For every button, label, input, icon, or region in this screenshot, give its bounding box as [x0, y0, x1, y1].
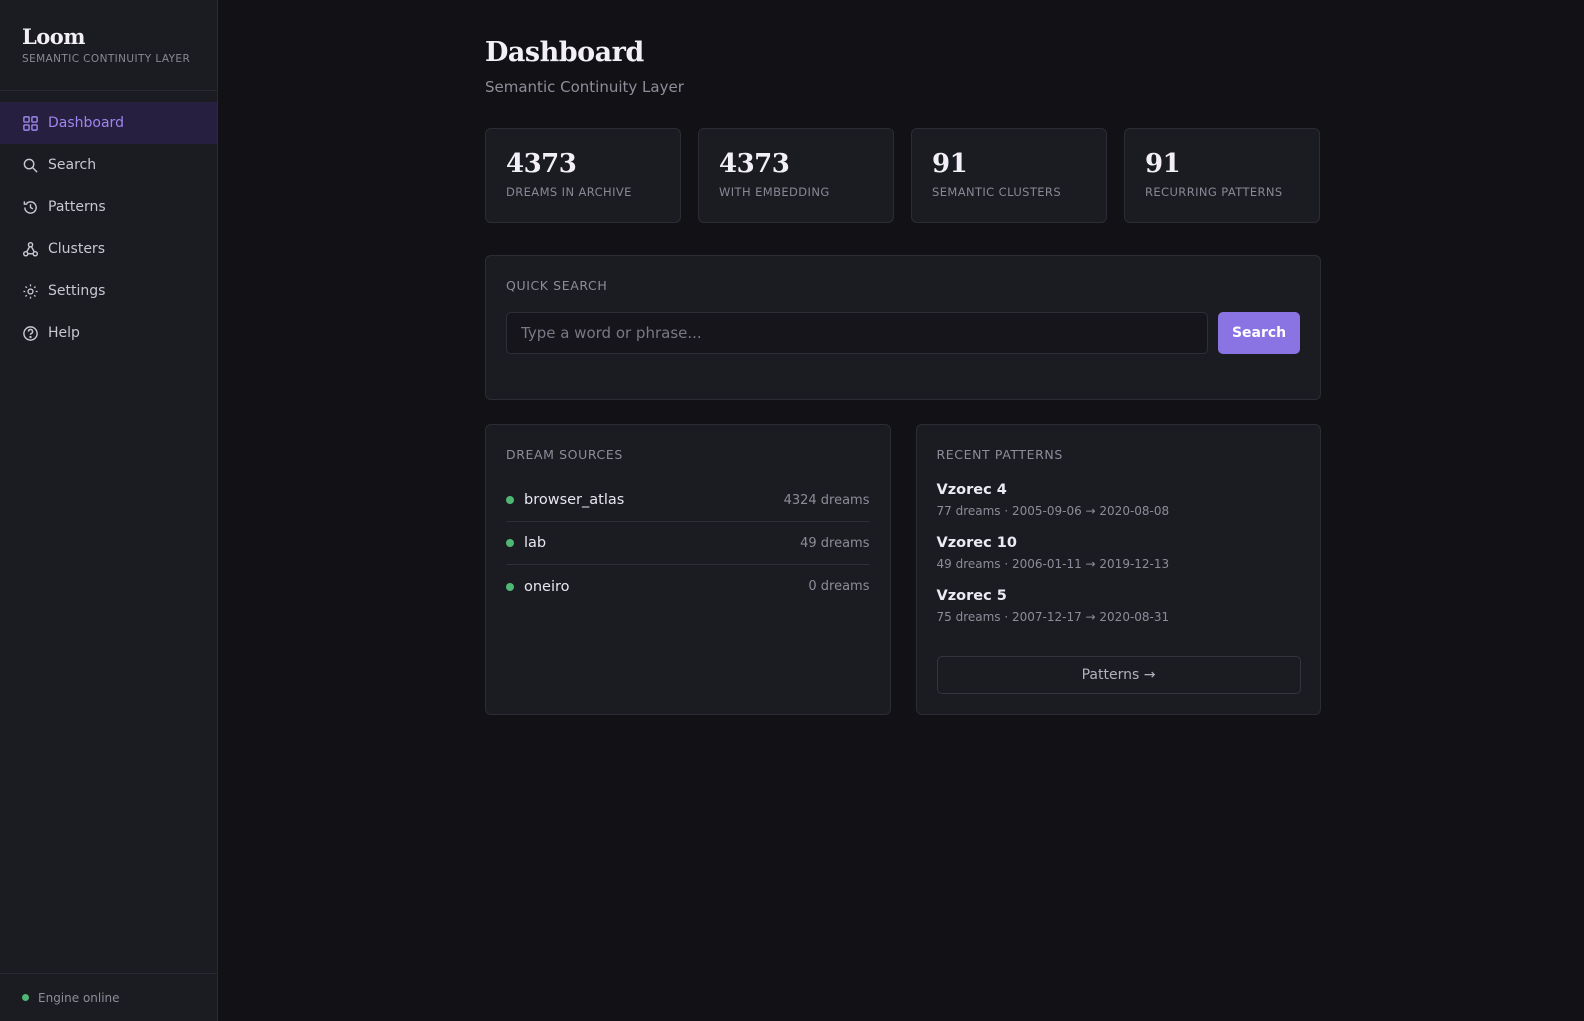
quick-search-panel: QUICK SEARCH Search	[485, 255, 1321, 400]
list-item[interactable]: browser_atlas 4324 dreams	[506, 479, 870, 522]
stat-card-clusters: 91 SEMANTIC CLUSTERS	[911, 128, 1107, 223]
list-item[interactable]: Vzorec 10 49 dreams · 2006-01-11 → 2019-…	[937, 535, 1301, 571]
status-dot-icon	[506, 539, 514, 547]
sidebar-item-label: Patterns	[48, 199, 106, 215]
sidebar-item-label: Dashboard	[48, 115, 124, 131]
view-patterns-button[interactable]: Patterns →	[936, 656, 1301, 694]
stat-label: SEMANTIC CLUSTERS	[932, 185, 1062, 199]
engine-status: Engine online	[0, 973, 217, 1021]
recent-patterns-panel: RECENT PATTERNS Vzorec 4 77 dreams · 200…	[915, 424, 1321, 715]
pattern-meta: 77 dreams · 2005-09-06 → 2020-08-08	[936, 504, 1170, 518]
recent-patterns-title: RECENT PATTERNS	[936, 447, 1063, 462]
source-name: browser_atlas	[524, 492, 625, 508]
sidebar-nav: Dashboard Search Patterns Clusters Setti…	[0, 102, 217, 354]
source-count: 0 dreams	[808, 579, 870, 594]
sidebar: Loom SEMANTIC CONTINUITY LAYER Dashboard…	[0, 0, 218, 1021]
brand-title: Loom	[22, 24, 86, 49]
status-dot-icon	[506, 582, 514, 591]
sidebar-item-patterns[interactable]: Patterns	[0, 186, 217, 228]
engine-status-text: Engine online	[38, 990, 120, 1005]
brand: Loom SEMANTIC CONTINUITY LAYER	[0, 0, 217, 91]
main-content: Dashboard Semantic Continuity Layer 4373…	[485, 0, 1321, 715]
search-row: Search	[506, 312, 1300, 354]
stat-card-embedding: 4373 WITH EMBEDDING	[698, 128, 894, 223]
quick-search-title: QUICK SEARCH	[506, 278, 608, 293]
bottom-row: DREAM SOURCES browser_atlas 4324 dreams …	[485, 424, 1321, 715]
sidebar-item-help[interactable]: Help	[0, 312, 217, 354]
clusters-icon	[22, 241, 39, 258]
stat-value: 91	[1145, 149, 1181, 179]
help-icon	[22, 325, 39, 342]
list-item[interactable]: Vzorec 5 75 dreams · 2007-12-17 → 2020-0…	[937, 588, 1301, 624]
source-count: 4324 dreams	[783, 492, 870, 508]
list-item[interactable]: Vzorec 4 77 dreams · 2005-09-06 → 2020-0…	[937, 482, 1301, 518]
pattern-name: Vzorec 4	[936, 482, 1007, 498]
page-subtitle: Semantic Continuity Layer	[485, 78, 684, 96]
list-item[interactable]: oneiro 0 dreams	[506, 565, 870, 608]
page-title: Dashboard	[485, 37, 644, 68]
stat-label: RECURRING PATTERNS	[1145, 185, 1283, 199]
pattern-meta: 49 dreams · 2006-01-11 → 2019-12-13	[936, 557, 1170, 571]
status-dot-icon	[506, 496, 514, 504]
search-button[interactable]: Search	[1218, 312, 1300, 354]
sidebar-item-label: Search	[48, 157, 97, 173]
stat-card-patterns: 91 RECURRING PATTERNS	[1124, 128, 1320, 223]
source-name: oneiro	[524, 578, 570, 595]
sidebar-item-label: Help	[48, 325, 80, 341]
stat-label: DREAMS IN ARCHIVE	[506, 185, 632, 199]
search-icon	[22, 157, 39, 174]
source-name: lab	[524, 535, 547, 551]
sidebar-item-label: Settings	[48, 283, 106, 299]
sidebar-item-clusters[interactable]: Clusters	[0, 228, 217, 270]
source-list: browser_atlas 4324 dreams lab 49 dreams …	[506, 479, 870, 608]
pattern-meta: 75 dreams · 2007-12-17 → 2020-08-31	[936, 610, 1170, 624]
stat-value: 4373	[506, 149, 577, 179]
brand-subtitle: SEMANTIC CONTINUITY LAYER	[22, 53, 191, 65]
history-icon	[22, 199, 39, 216]
pattern-name: Vzorec 10	[936, 535, 1017, 551]
pattern-name: Vzorec 5	[936, 588, 1007, 604]
source-count: 49 dreams	[800, 535, 870, 551]
gear-icon	[22, 283, 39, 300]
stat-value: 91	[932, 149, 968, 179]
pattern-list: Vzorec 4 77 dreams · 2005-09-06 → 2020-0…	[937, 482, 1301, 624]
stat-label: WITH EMBEDDING	[719, 185, 830, 199]
stats-row: 4373 DREAMS IN ARCHIVE 4373 WITH EMBEDDI…	[485, 128, 1321, 223]
sidebar-item-dashboard[interactable]: Dashboard	[0, 102, 217, 144]
dream-sources-title: DREAM SOURCES	[506, 447, 623, 462]
stat-card-dreams: 4373 DREAMS IN ARCHIVE	[485, 128, 681, 223]
sidebar-item-settings[interactable]: Settings	[0, 270, 217, 312]
sidebar-item-search[interactable]: Search	[0, 144, 217, 186]
list-item[interactable]: lab 49 dreams	[506, 522, 870, 565]
status-dot-icon	[22, 994, 29, 1001]
stat-value: 4373	[719, 149, 790, 179]
grid-icon	[22, 115, 39, 132]
sidebar-item-label: Clusters	[48, 241, 105, 257]
dream-sources-panel: DREAM SOURCES browser_atlas 4324 dreams …	[485, 424, 891, 715]
search-input[interactable]	[506, 312, 1209, 354]
